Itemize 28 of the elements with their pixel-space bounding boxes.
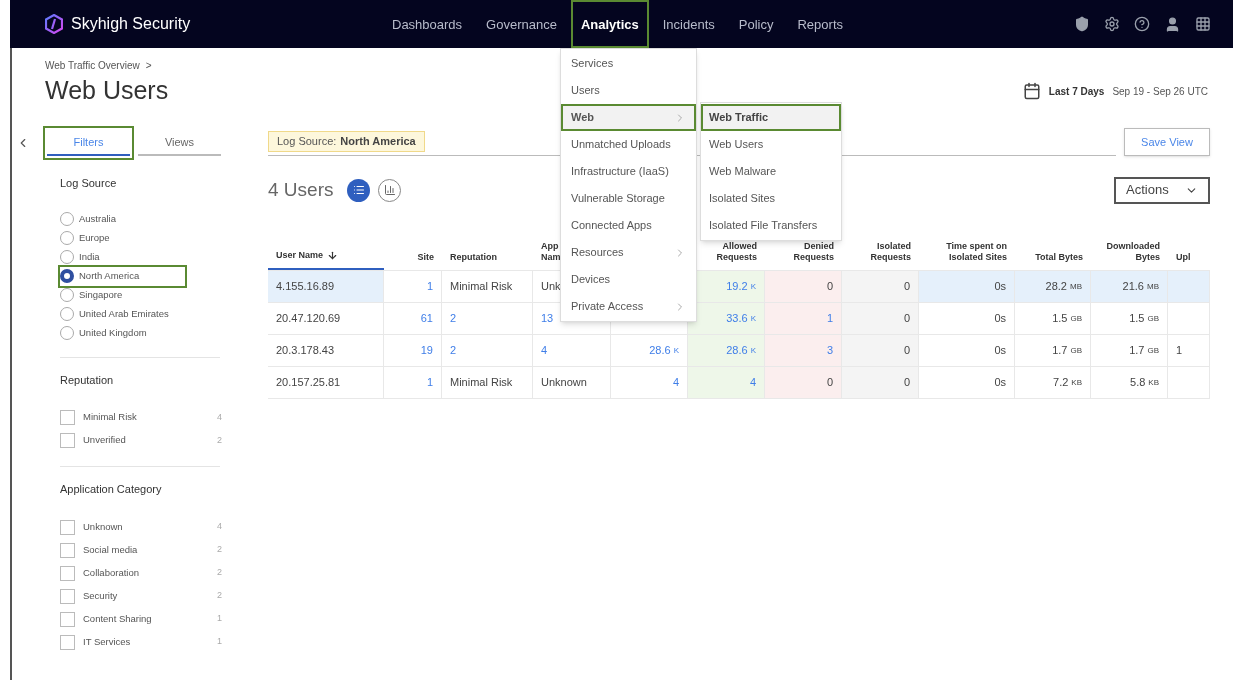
filter-count: 2 xyxy=(217,433,222,447)
table-cell: 0 xyxy=(765,367,842,398)
table-cell: 0 xyxy=(842,271,919,302)
filter-count: 1 xyxy=(217,635,222,649)
filter-section-title: Reputation xyxy=(60,372,115,388)
page-title: Web Users xyxy=(45,75,169,106)
filter-count: 4 xyxy=(217,520,222,534)
table-cell: 4.155.16.89 xyxy=(268,271,384,302)
table-cell: 0 xyxy=(842,335,919,366)
filter-count: 2 xyxy=(217,566,222,580)
filter-count: 4 xyxy=(217,410,222,424)
users-count-heading: 4 Users xyxy=(268,177,334,202)
table-cell: 0 xyxy=(842,303,919,334)
brand-name: Skyhigh Security xyxy=(71,14,191,34)
breadcrumb-separator: > xyxy=(145,59,152,73)
filter-section-title: Log Source xyxy=(60,176,118,191)
filter-chip-value: North America xyxy=(340,134,416,149)
filter-section-title: Application Category xyxy=(60,482,163,497)
table-cell: 21.6 MB xyxy=(1091,271,1168,302)
filter-count: 1 xyxy=(217,612,222,626)
table-cell: 28.2 MB xyxy=(1015,271,1091,302)
table-cell: 0 xyxy=(765,271,842,302)
filter-count: 2 xyxy=(217,589,222,603)
date-range-text: Sep 19 - Sep 26 UTC xyxy=(1112,84,1208,99)
table-cell: 0 xyxy=(842,367,919,398)
filter-chip-label: Log Source: xyxy=(277,134,337,149)
filter-count: 2 xyxy=(217,543,222,557)
table-cell: 0s xyxy=(919,271,1015,302)
